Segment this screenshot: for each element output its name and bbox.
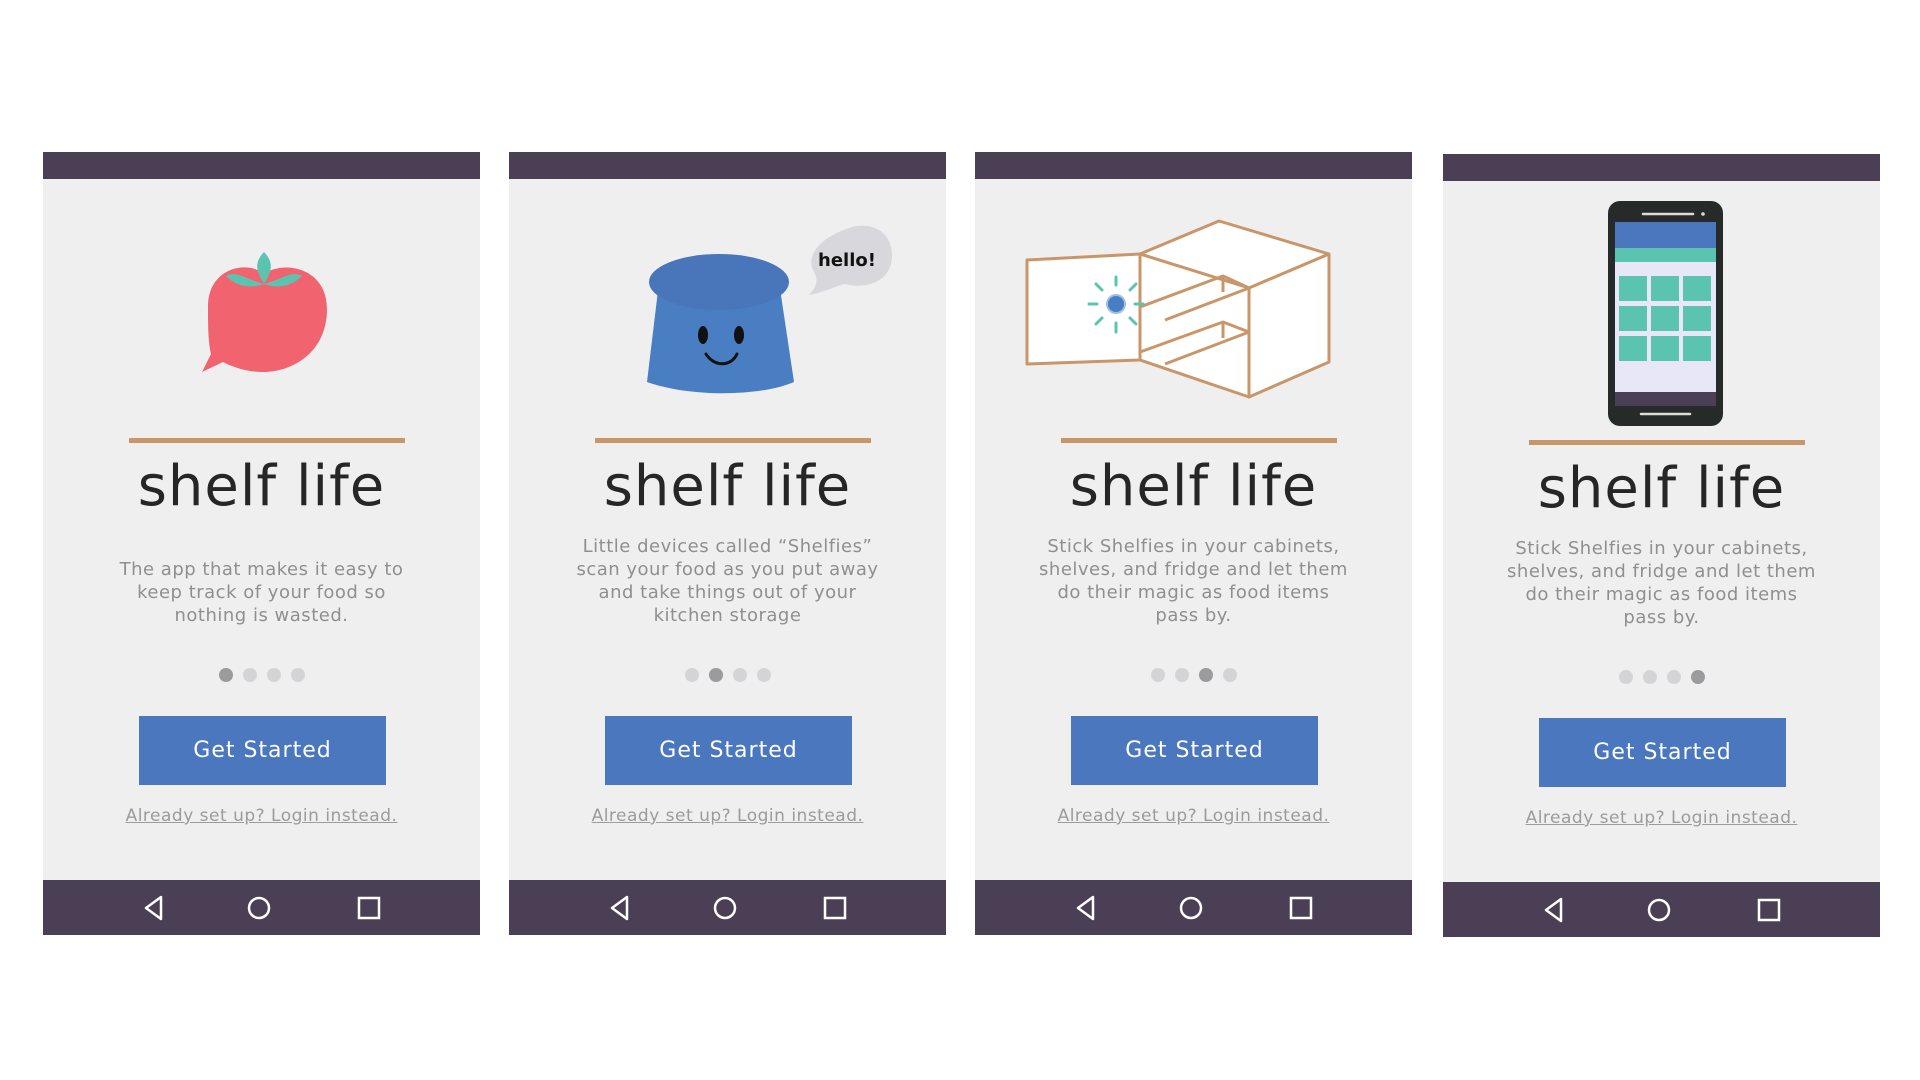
pager-dots [43,668,480,684]
back-icon[interactable] [1070,892,1102,924]
pager-dot-1[interactable] [1618,670,1633,684]
pager-dots [509,668,946,684]
pager-dot-3[interactable] [732,668,747,682]
pager-dot-1[interactable] [1150,668,1165,682]
recent-apps-icon[interactable] [1753,894,1785,926]
screen-description: The app that makes it easy to keep track… [119,559,404,626]
navigation-bar [975,880,1412,935]
status-bar [43,152,480,179]
status-bar [975,152,1412,179]
screen-description: Stick Shelfies in your cabinets, shelves… [1507,538,1816,628]
title-divider [1529,440,1805,445]
pager-dot-4[interactable] [1690,670,1705,684]
navigation-bar [43,880,480,935]
title-divider [1061,438,1337,443]
back-icon[interactable] [1538,894,1570,926]
navigation-bar [1443,882,1880,937]
smartphone-icon [1443,194,1880,434]
shelfie-device-icon: hello! [509,192,946,432]
pager-dot-2[interactable] [1174,668,1189,682]
phone-screen-2: hello! shelf life Little devices called … [509,152,946,935]
home-icon[interactable] [1175,892,1207,924]
login-link[interactable]: Already set up? Login instead. [975,806,1412,826]
pager-dot-4[interactable] [1222,668,1237,682]
pager-dot-1[interactable] [218,668,233,682]
recent-apps-icon[interactable] [819,892,851,924]
home-icon[interactable] [243,892,275,924]
app-title: shelf life [137,454,386,519]
screen-description: Stick Shelfies in your cabinets, shelves… [1039,536,1348,626]
pager-dot-1[interactable] [684,668,699,682]
get-started-button[interactable]: Get Started [605,716,852,785]
pager-dot-2[interactable] [242,668,257,682]
phone-screen-4: shelf life Stick Shelfies in your cabine… [1443,154,1880,937]
home-icon[interactable] [1643,894,1675,926]
pager-dot-2[interactable] [708,668,723,682]
pager-dots [975,668,1412,684]
recent-apps-icon[interactable] [353,892,385,924]
get-started-button[interactable]: Get Started [1071,716,1318,785]
login-link[interactable]: Already set up? Login instead. [43,806,480,826]
pager-dot-2[interactable] [1642,670,1657,684]
pager-dot-4[interactable] [290,668,305,682]
navigation-bar [509,880,946,935]
pager-dots [1443,670,1880,686]
app-title: shelf life [603,454,852,519]
app-title: shelf life [1069,454,1318,519]
status-bar [509,152,946,179]
pager-dot-3[interactable] [266,668,281,682]
app-title: shelf life [1537,456,1786,521]
get-started-button[interactable]: Get Started [139,716,386,785]
title-divider [595,438,871,443]
title-divider [129,438,405,443]
recent-apps-icon[interactable] [1285,892,1317,924]
bubble-text: hello! [818,250,876,271]
back-icon[interactable] [138,892,170,924]
pager-dot-3[interactable] [1198,668,1213,682]
status-bar [1443,154,1880,181]
get-started-button[interactable]: Get Started [1539,718,1786,787]
pager-dot-3[interactable] [1666,670,1681,684]
phone-screen-1: shelf life The app that makes it easy to… [43,152,480,935]
cabinet-icon [975,192,1412,432]
login-link[interactable]: Already set up? Login instead. [509,806,946,826]
onboarding-screens-stage: shelf life The app that makes it easy to… [0,0,1920,1080]
pager-dot-4[interactable] [756,668,771,682]
screen-description: Little devices called “Shelfies” scan yo… [576,536,879,626]
phone-screen-3: shelf life Stick Shelfies in your cabine… [975,152,1412,935]
login-link[interactable]: Already set up? Login instead. [1443,808,1880,828]
home-icon[interactable] [709,892,741,924]
back-icon[interactable] [604,892,636,924]
tomato-speech-icon [43,192,480,432]
